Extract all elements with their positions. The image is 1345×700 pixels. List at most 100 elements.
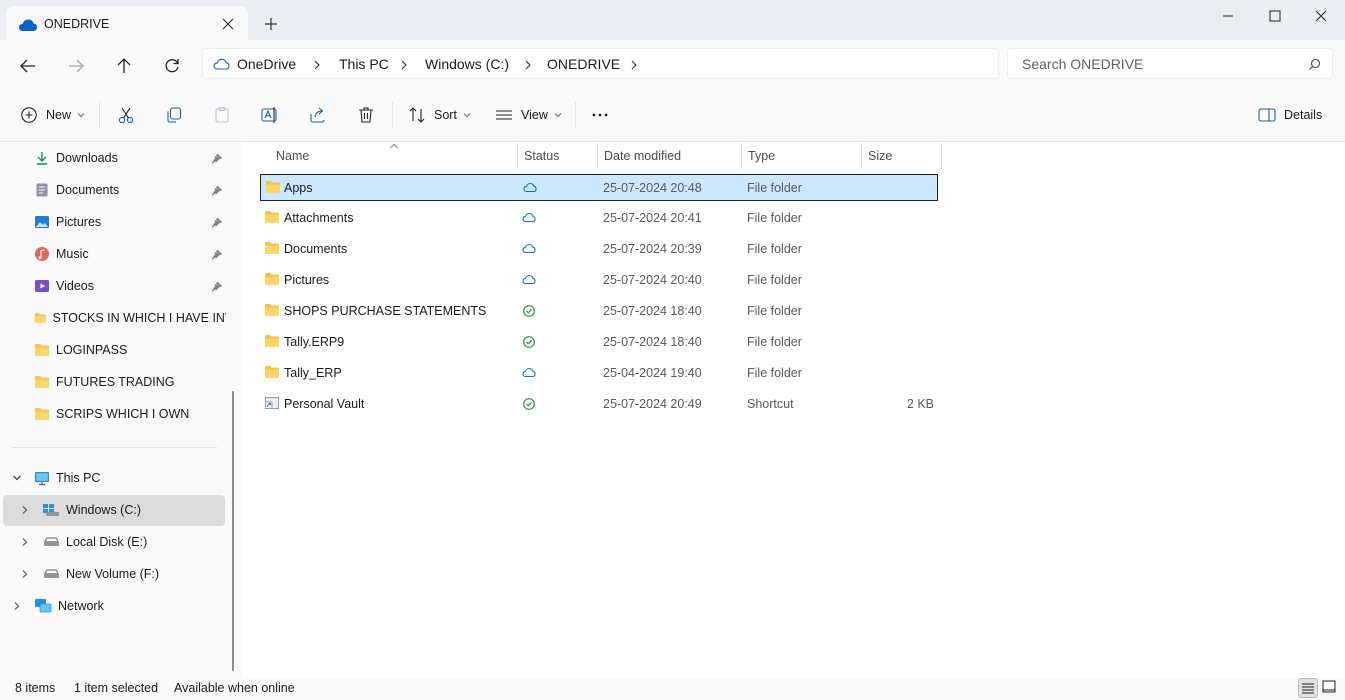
window-tab[interactable]: ONEDRIVE: [6, 6, 248, 44]
chevron-down-icon[interactable]: [12, 473, 22, 483]
chevron-right-icon[interactable]: [20, 537, 30, 547]
file-row-documents[interactable]: Documents 25-07-2024 20:39 File folder: [260, 236, 938, 263]
more-options-button[interactable]: [590, 102, 610, 128]
sidebar-label: FUTURES TRADING: [56, 375, 175, 389]
folder-icon: [265, 273, 279, 285]
breadcrumb-onedrive-folder[interactable]: ONEDRIVE: [547, 56, 620, 72]
sidebar-item-videos[interactable]: Videos: [34, 271, 94, 301]
column-divider[interactable]: [517, 143, 518, 169]
sidebar-label: This PC: [56, 471, 101, 485]
pin-icon[interactable]: [210, 153, 222, 165]
chevron-right-icon[interactable]: [20, 569, 30, 579]
sidebar-item-documents[interactable]: Documents: [34, 175, 119, 205]
delete-button[interactable]: [356, 102, 376, 128]
cut-button[interactable]: [116, 102, 136, 128]
sidebar-item-local-disk-e[interactable]: Local Disk (E:): [42, 527, 147, 557]
sidebar-item-pictures[interactable]: Pictures: [34, 207, 101, 237]
new-tab-icon[interactable]: [258, 12, 284, 36]
rename-button[interactable]: [260, 102, 280, 128]
new-button[interactable]: New: [20, 102, 85, 128]
column-header-status[interactable]: Status: [524, 149, 559, 163]
toolbar-divider: [392, 102, 393, 128]
command-bar: New Sort View Details: [0, 88, 1345, 142]
chevron-right-icon[interactable]: [20, 505, 30, 515]
tab-title: ONEDRIVE: [44, 17, 110, 31]
file-row-pictures[interactable]: Pictures 25-07-2024 20:40 File folder: [260, 267, 938, 294]
folder-icon: [35, 376, 49, 388]
sidebar-item-windows-c[interactable]: Windows (C:): [42, 495, 141, 525]
column-header-size[interactable]: Size: [868, 149, 892, 163]
breadcrumb-this-pc[interactable]: This PC: [339, 56, 389, 72]
sort-button[interactable]: Sort: [408, 102, 471, 128]
sidebar-item-network[interactable]: Network: [34, 591, 104, 621]
sidebar-item-scrips[interactable]: SCRIPS WHICH I OWN: [34, 399, 189, 429]
file-row-attachments[interactable]: Attachments 25-07-2024 20:41 File folder: [260, 205, 938, 232]
file-name: Apps: [284, 181, 313, 195]
sidebar-scrollbar[interactable]: [232, 391, 234, 671]
synced-check-icon: [523, 398, 535, 410]
sidebar-divider: [12, 447, 217, 448]
chevron-right-icon[interactable]: [12, 601, 22, 611]
column-header-name[interactable]: Name: [276, 149, 309, 163]
maximize-icon[interactable]: [1252, 2, 1298, 30]
column-header-date[interactable]: Date modified: [604, 149, 681, 163]
video-icon: [35, 280, 49, 292]
music-icon: [35, 247, 49, 261]
sidebar-item-downloads[interactable]: Downloads: [34, 143, 118, 173]
availability-status: Available when online: [174, 681, 295, 695]
address-bar[interactable]: OneDrive This PC Windows (C:) ONEDRIVE: [202, 48, 999, 79]
details-view-button[interactable]: [1298, 678, 1318, 698]
details-pane-icon: [1258, 108, 1276, 122]
file-row-personal-vault[interactable]: Personal Vault 25-07-2024 20:49 Shortcut…: [260, 391, 938, 418]
details-button[interactable]: Details: [1258, 102, 1322, 128]
close-window-icon[interactable]: [1298, 2, 1344, 30]
file-name: Pictures: [284, 273, 330, 287]
column-divider[interactable]: [597, 143, 598, 169]
file-row-tally-erp9[interactable]: Tally.ERP9 25-07-2024 18:40 File folder: [260, 329, 938, 356]
file-row-apps[interactable]: Apps 25-07-2024 20:48 File folder: [260, 174, 938, 201]
tiles-view-button[interactable]: [1320, 678, 1340, 698]
sidebar-item-loginpass[interactable]: LOGINPASS: [34, 335, 127, 365]
file-row-shops-purchase-statements[interactable]: SHOPS PURCHASE STATEMENTS 25-07-2024 18:…: [260, 298, 938, 325]
sidebar-item-new-volume-f[interactable]: New Volume (F:): [42, 559, 159, 589]
file-name: Tally.ERP9: [284, 335, 345, 349]
pin-icon[interactable]: [210, 249, 222, 261]
view-button[interactable]: View: [495, 102, 562, 128]
view-icon: [496, 110, 512, 120]
column-header-type[interactable]: Type: [748, 149, 775, 163]
sidebar-label: STOCKS IN WHICH I HAVE INVESTED: [52, 311, 226, 325]
chevron-right-icon[interactable]: [629, 58, 639, 72]
column-divider[interactable]: [861, 143, 862, 169]
back-icon[interactable]: [14, 52, 42, 80]
file-row-tally-erp[interactable]: Tally_ERP 25-04-2024 19:40 File folder: [260, 360, 938, 387]
close-tab-icon[interactable]: [218, 14, 238, 34]
pin-icon[interactable]: [210, 217, 222, 229]
minimize-icon[interactable]: [1205, 2, 1251, 30]
breadcrumb-windows-c[interactable]: Windows (C:): [425, 56, 509, 72]
paste-button[interactable]: [212, 102, 232, 128]
folder-icon: [34, 313, 46, 323]
share-button[interactable]: [308, 102, 328, 128]
column-divider[interactable]: [941, 143, 942, 169]
file-type: File folder: [747, 304, 802, 318]
chevron-right-icon[interactable]: [312, 58, 322, 72]
forward-icon[interactable]: [62, 52, 90, 80]
breadcrumb-onedrive[interactable]: OneDrive: [237, 56, 296, 72]
refresh-icon[interactable]: [158, 52, 186, 80]
column-divider[interactable]: [741, 143, 742, 169]
up-icon[interactable]: [110, 52, 138, 80]
copy-button[interactable]: [164, 102, 184, 128]
file-type: File folder: [747, 242, 802, 256]
tiles-view-icon: [1322, 680, 1336, 693]
sidebar-label: Downloads: [56, 151, 118, 165]
sidebar-item-this-pc[interactable]: This PC: [34, 463, 100, 493]
shortcut-icon: [265, 397, 279, 409]
sidebar-item-stocks[interactable]: STOCKS IN WHICH I HAVE INVESTED: [34, 303, 226, 333]
chevron-right-icon[interactable]: [399, 58, 409, 72]
search-input[interactable]: Search ONEDRIVE: [1007, 48, 1333, 79]
sidebar-item-music[interactable]: Music: [34, 239, 89, 269]
pin-icon[interactable]: [210, 281, 222, 293]
chevron-right-icon[interactable]: [523, 58, 533, 72]
sidebar-item-futures-trading[interactable]: FUTURES TRADING: [34, 367, 175, 397]
pin-icon[interactable]: [210, 185, 222, 197]
